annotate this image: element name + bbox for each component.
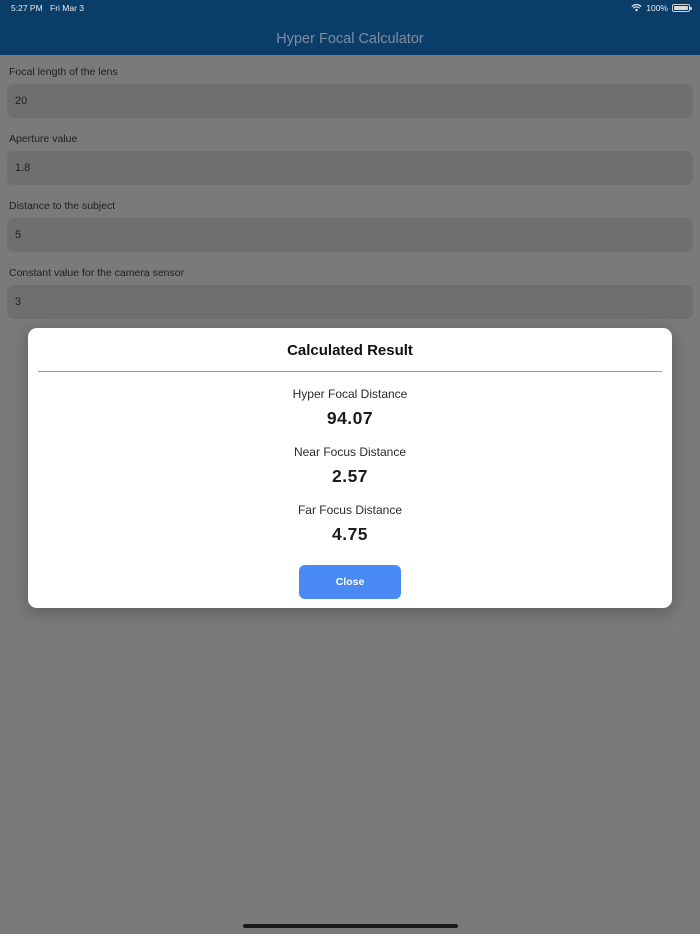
aperture-label: Aperture value — [9, 133, 78, 145]
wifi-icon — [631, 4, 642, 12]
aperture-input[interactable]: 1.8 — [7, 151, 693, 185]
status-time: 5:27 PM — [11, 3, 43, 13]
battery-percentage: 100% — [646, 3, 668, 13]
subject-distance-label: Distance to the subject — [9, 200, 116, 212]
subject-distance-input[interactable]: 5 — [7, 218, 693, 252]
status-indicators: 100% — [631, 3, 692, 13]
near-focus-distance-label: Near Focus Distance — [293, 445, 407, 459]
far-focus-distance-label: Far Focus Distance — [297, 503, 403, 517]
close-button[interactable]: Close — [299, 565, 401, 599]
sensor-constant-label: Constant value for the camera sensor — [9, 267, 185, 279]
status-date: Fri Mar 3 — [50, 3, 84, 13]
near-focus-distance-value: 2.57 — [331, 466, 369, 486]
focal-length-input[interactable]: 20 — [7, 84, 693, 118]
nav-title: Hyper Focal Calculator — [276, 31, 424, 47]
focal-length-label: Focal length of the lens — [9, 66, 118, 78]
status-bar: 5:27 PM Fri Mar 3 100% — [0, 0, 700, 18]
dialog-title: Calculated Result — [287, 342, 413, 359]
dialog-divider — [38, 371, 662, 372]
top-bar: 5:27 PM Fri Mar 3 100% Hyper Focal Calcu… — [0, 0, 700, 55]
result-dialog: Calculated Result Hyper Focal Distance 9… — [28, 328, 672, 608]
battery-icon — [672, 4, 692, 12]
hyper-focal-distance-label: Hyper Focal Distance — [292, 387, 408, 401]
home-indicator — [243, 924, 458, 928]
hyper-focal-distance-value: 94.07 — [326, 408, 374, 428]
far-focus-distance-value: 4.75 — [331, 524, 369, 544]
sensor-constant-input[interactable]: 3 — [7, 285, 693, 319]
